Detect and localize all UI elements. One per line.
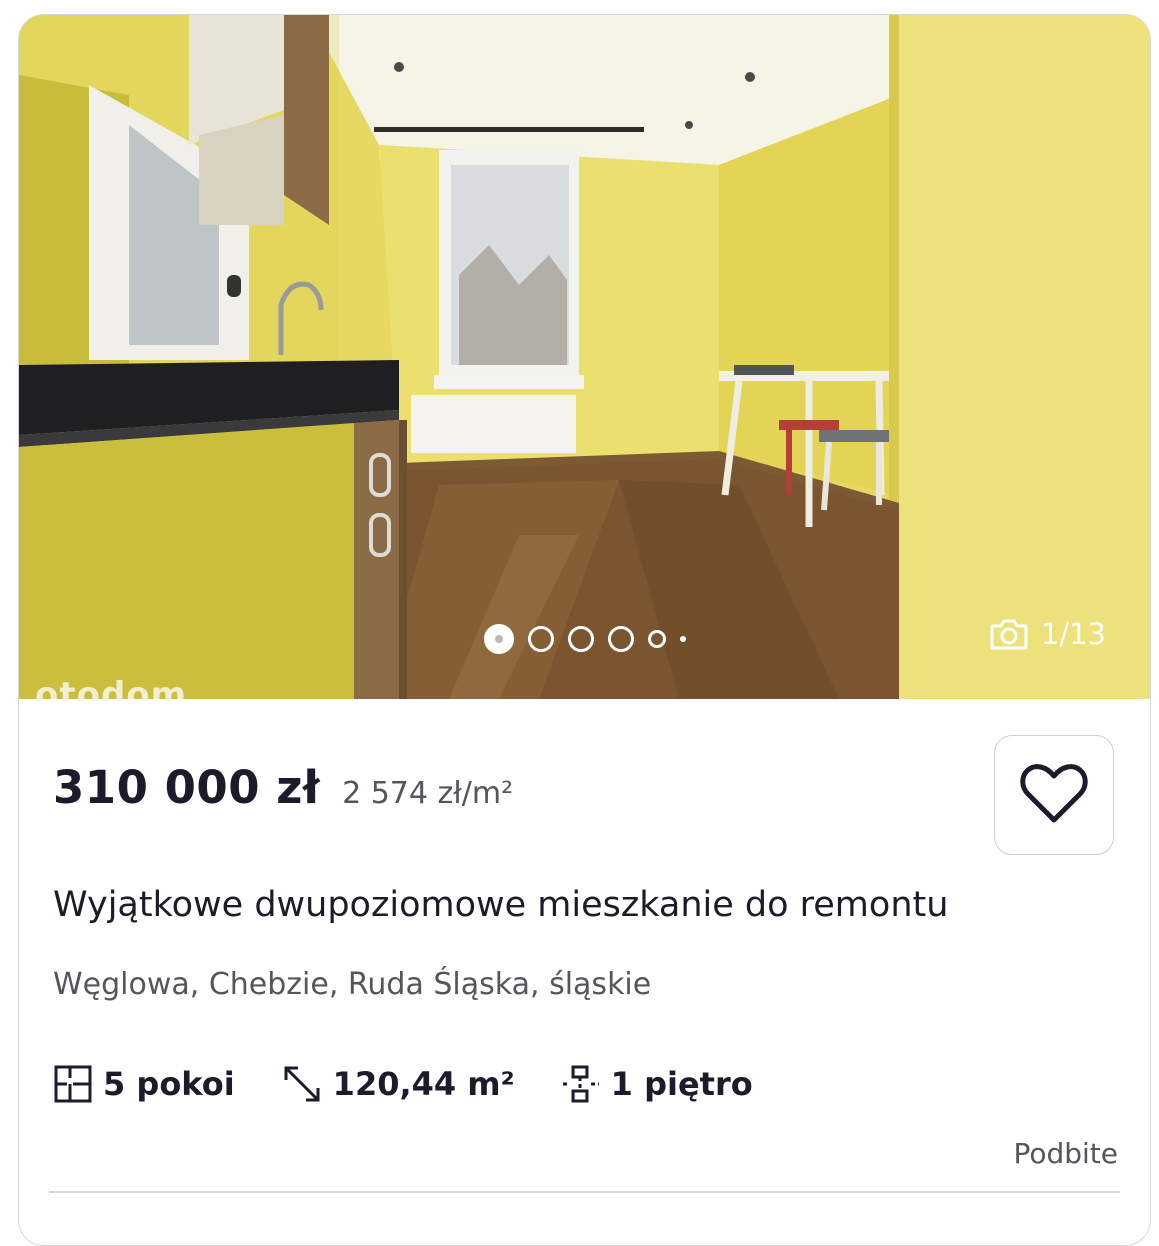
feature-floor: 1 piętro [561,1064,753,1104]
gallery-dot[interactable] [680,636,686,642]
photo-counter-text: 1/13 [1040,617,1106,651]
gallery-dot-active[interactable] [484,624,514,654]
gallery-pagination[interactable] [484,624,686,654]
heart-icon [1020,764,1088,823]
gallery-dot[interactable] [568,626,594,652]
bumped-label: Podbite [1013,1137,1118,1170]
floor-icon [562,1065,599,1103]
feature-area: 120,44 m² [281,1063,515,1105]
rooms-icon [54,1065,92,1103]
camera-icon [990,619,1028,650]
rooms-value: 5 pokoi [103,1065,235,1103]
photo-watermark: otodom [35,675,188,699]
kitchen-photo-image [19,15,1150,699]
price-row: 310 000 zł 2 574 zł/m² [53,761,513,814]
listing-features: 5 pokoi 120,44 m² 1 piętro [53,1063,799,1105]
listing-card[interactable]: otodom 1/13 310 000 zł 2 574 zł/m² Wyjąt… [18,14,1151,1246]
listing-location: Węglowa, Chebzie, Ruda Śląska, śląskie [53,967,652,1002]
floor-value: 1 piętro [610,1065,753,1103]
photo-counter: 1/13 [989,617,1106,651]
gallery-dot[interactable] [608,626,634,652]
favorite-button[interactable] [994,735,1114,855]
gallery-dot[interactable] [648,630,666,648]
gallery-dot[interactable] [528,626,554,652]
area-arrows-icon [284,1066,320,1102]
area-value: 120,44 m² [332,1065,515,1103]
price-per-m2: 2 574 zł/m² [342,776,514,811]
listing-title[interactable]: Wyjątkowe dwupoziomowe mieszkanie do rem… [53,885,948,925]
divider [49,1191,1120,1193]
listing-photo[interactable]: otodom 1/13 [19,15,1150,699]
listing-price: 310 000 zł [53,761,321,814]
feature-rooms: 5 pokoi [53,1064,235,1104]
